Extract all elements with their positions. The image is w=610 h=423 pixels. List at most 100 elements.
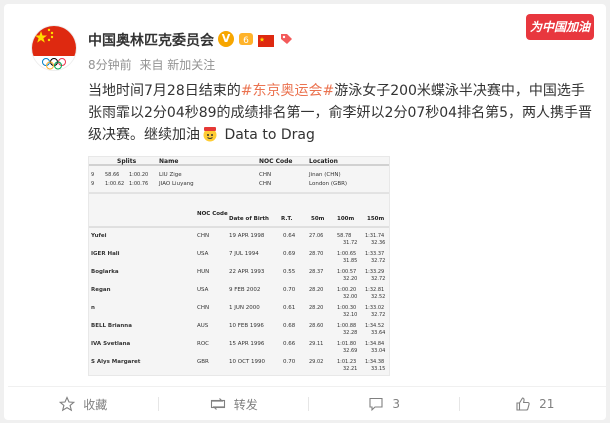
sheet-header-splits: Splits [117,158,137,165]
record-cell: 9 [91,181,94,187]
post-text-suffix: Data to Drag [220,127,315,143]
results-sheet-image[interactable]: Splits Name NOC Code Location 9 58.66 1:00… [88,156,390,376]
split-100m: 1:00.88 [337,323,356,329]
reaction-time: 0.66 [283,341,296,347]
split-100m-lap: 32.00 [343,294,357,300]
record-name: LIU Zige [159,172,182,178]
post-source: 来自 新加关注 [139,58,216,72]
athlete-noc: AUS [197,323,209,329]
cheer-emoji-icon [202,126,218,142]
reaction-time: 0.55 [283,269,296,275]
split-150m: 1:33.02 [365,305,384,311]
athlete-noc: HUN [197,269,209,275]
athlete-dob: 15 APR 1996 [229,341,265,347]
split-150m-lap: 32.72 [371,276,385,282]
record-name: JIAO Liuyang [158,181,194,187]
athlete-dob: 10 OCT 1990 [229,359,266,365]
record-noc: CHN [259,181,271,187]
avatar[interactable] [32,26,76,70]
athlete-name: IGER Hali [91,251,120,257]
athlete-dob: 19 APR 1998 [229,233,265,239]
record-location: London (GBR) [309,181,347,187]
split-100m-lap: 32.10 [343,312,357,318]
sheet-header-location: Location [309,158,338,165]
athlete-name: IVA Svetlana [91,341,131,347]
split-150m: 1:34.38 [365,359,384,365]
split-150m: 1:32.81 [365,287,384,293]
weibo-post-card: 中国奥林匹克委员会 V 6 为中国加油 8分钟前 来自 新加关注 当地时间7月2… [4,4,610,420]
split-150m: 1:33.37 [365,251,384,257]
china-flag-icon [258,32,274,51]
athlete-noc: GBR [197,359,209,365]
repost-button[interactable]: 转发 [159,387,309,421]
record-cell: 1:00.20 [129,172,148,178]
athlete-noc: USA [197,251,209,257]
split-100m-lap: 31.85 [343,258,357,264]
col-150m-header: 150m [367,216,384,222]
split-100m: 58.78 [337,233,351,239]
split-150m-lap: 33.64 [371,330,385,336]
like-count: 21 [539,397,555,411]
post-meta: 8分钟前 来自 新加关注 [88,56,219,73]
like-button[interactable]: 21 [460,387,610,421]
reaction-time: 0.64 [283,233,296,239]
athlete-dob: 9 FEB 2002 [229,287,260,293]
col-50m-header: 50m [311,216,325,222]
split-150m-lap: 33.15 [371,366,385,372]
reaction-time: 0.68 [283,323,296,329]
athlete-noc: CHN [197,305,209,311]
split-50m: 28.60 [309,323,323,329]
favorite-button[interactable]: 收藏 [8,387,159,421]
split-50m: 28.37 [309,269,323,275]
record-location: Jinan (CHN) [308,172,341,178]
comment-button[interactable]: 3 [309,387,460,421]
split-100m-lap: 32.69 [343,348,357,354]
repost-label: 转发 [233,397,258,412]
post-time[interactable]: 8分钟前 [88,58,132,72]
split-100m: 1:00.65 [337,251,356,257]
reaction-time: 0.61 [283,305,295,311]
split-150m-lap: 32.72 [371,258,385,264]
thumbs-up-icon [516,397,530,411]
split-100m: 1:01.80 [337,341,356,347]
reaction-time: 0.69 [283,251,296,257]
sheet-header-name: Name [159,158,178,165]
sheet-header-noc: NOC Code [259,158,293,165]
level-icon: 6 [238,31,254,51]
split-150m: 1:31.74 [365,233,384,239]
post-text-prefix: 当地时间7月28日结束的 [88,83,241,99]
verified-badge-icon: V [218,31,234,47]
split-100m: 1:00.20 [337,287,356,293]
split-100m: 1:00.30 [337,305,356,311]
post-text: 当地时间7月28日结束的#东京奥运会#游泳女子200米蝶泳半决赛中，中国选手张雨… [88,80,593,146]
athlete-name: Regan [91,287,111,293]
favorite-label: 收藏 [83,397,108,412]
athlete-noc: ROC [197,341,209,347]
cheer-china-banner[interactable]: 为中国加油 [526,14,594,40]
split-100m-lap: 32.28 [343,330,357,336]
split-100m: 1:00.57 [337,269,356,275]
tag-icon [278,31,294,51]
split-50m: 28.20 [309,305,323,311]
col-100m-header: 100m [337,216,354,222]
comment-icon [369,397,383,412]
reaction-time: 0.70 [283,287,296,293]
comment-count: 3 [392,397,401,411]
split-150m-lap: 32.72 [371,312,385,318]
split-50m: 27.06 [309,233,323,239]
athlete-name: n [91,305,95,311]
split-100m-lap: 32.21 [343,366,357,372]
split-150m-lap: 33.04 [371,348,385,354]
account-name[interactable]: 中国奥林匹克委员会 [88,30,214,50]
split-50m: 29.02 [309,359,323,365]
athlete-name: Boglarka [91,269,119,275]
topic-link[interactable]: #东京奥运会# [241,83,334,99]
action-bar: 收藏 转发 3 21 [8,386,610,421]
col-dob-header: Date of Birth [229,216,269,222]
athlete-dob: 1 JUN 2000 [229,305,260,311]
col-rt-header: R.T. [281,216,292,222]
record-cell: 9 [91,172,94,178]
split-150m-lap: 32.52 [371,294,385,300]
col-noc-header: NOC Code [197,211,228,217]
split-150m: 1:34.52 [365,323,384,329]
